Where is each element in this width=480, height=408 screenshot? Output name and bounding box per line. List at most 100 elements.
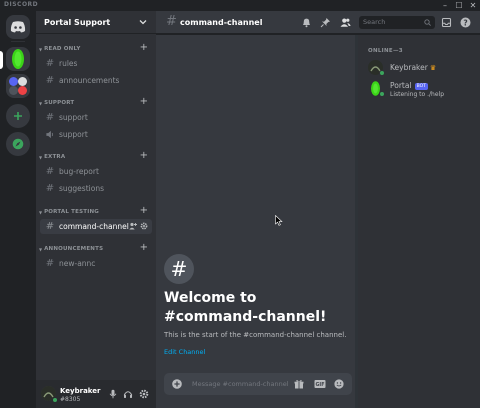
create-channel-plus-icon[interactable]: + bbox=[140, 43, 148, 53]
member-activity: Listening to ./help bbox=[390, 91, 444, 98]
bell-icon[interactable] bbox=[301, 17, 312, 28]
channel-sidebar: Portal Support ▼ READ ONLY + # rules # a… bbox=[36, 11, 156, 408]
channel-command-channel[interactable]: # command-channel bbox=[40, 219, 152, 234]
server-group-folder[interactable] bbox=[6, 74, 30, 98]
user-panel: Keybraker #8305 bbox=[36, 380, 156, 408]
message-placeholder: Message #command-channel bbox=[192, 380, 289, 388]
compass-icon bbox=[12, 138, 24, 150]
channel-title: command-channel bbox=[180, 18, 263, 27]
channel-label: bug-report bbox=[59, 167, 99, 176]
microphone-icon[interactable] bbox=[108, 389, 118, 399]
category-extra[interactable]: ▼ EXTRA + bbox=[36, 151, 156, 162]
svg-text:?: ? bbox=[463, 18, 467, 27]
edit-channel-link[interactable]: Edit Channel bbox=[164, 348, 205, 356]
server-portal-support[interactable] bbox=[6, 47, 30, 71]
create-channel-plus-icon[interactable]: + bbox=[140, 206, 148, 216]
channel-header: # command-channel Search ? bbox=[156, 11, 480, 34]
hashtag-icon: # bbox=[45, 74, 55, 86]
message-composer[interactable]: Message #command-channel GIF bbox=[164, 373, 352, 395]
category-label: PORTAL TESTING bbox=[44, 209, 99, 215]
online-status-dot bbox=[379, 91, 385, 97]
collapse-arrow-icon: ▼ bbox=[39, 100, 43, 106]
category-support[interactable]: ▼ SUPPORT + bbox=[36, 97, 156, 108]
channel-announcements[interactable]: # announcements bbox=[40, 73, 152, 88]
speaker-icon bbox=[46, 130, 54, 139]
channel-rules[interactable]: # rules bbox=[40, 56, 152, 71]
hashtag-icon: # bbox=[45, 57, 55, 69]
hashtag-icon: # bbox=[166, 14, 177, 29]
category-announcements[interactable]: ▼ ANNOUNCEMENTS + bbox=[36, 243, 156, 254]
member-name-row: Keybraker ♛ bbox=[390, 63, 436, 72]
create-channel-plus-icon[interactable]: + bbox=[140, 243, 148, 253]
inbox-icon[interactable] bbox=[441, 17, 452, 28]
channel-label: suggestions bbox=[59, 184, 104, 193]
gif-icon[interactable]: GIF bbox=[314, 379, 326, 389]
member-portal[interactable]: Portal BOT Listening to ./help bbox=[366, 78, 476, 100]
member-name: Keybraker bbox=[390, 63, 428, 72]
gift-icon[interactable] bbox=[294, 379, 304, 389]
channel-label: announcements bbox=[59, 76, 120, 85]
hashtag-icon: # bbox=[45, 182, 55, 194]
help-icon[interactable]: ? bbox=[460, 17, 471, 28]
collapse-arrow-icon: ▼ bbox=[39, 209, 43, 215]
home-button[interactable] bbox=[6, 15, 30, 39]
portal-server-icon bbox=[12, 49, 24, 69]
close-button[interactable]: ✕ bbox=[466, 0, 480, 11]
crown-icon: ♛ bbox=[429, 64, 437, 72]
gear-icon[interactable] bbox=[140, 222, 148, 230]
member-name-row: Portal BOT bbox=[390, 81, 428, 90]
user-settings-gear-icon[interactable] bbox=[139, 389, 149, 399]
minimize-button[interactable]: – bbox=[438, 0, 452, 11]
category-portal-testing[interactable]: ▼ PORTAL TESTING + bbox=[36, 206, 156, 217]
category-label: ANNOUNCEMENTS bbox=[44, 246, 104, 252]
maximize-button[interactable]: ☐ bbox=[452, 0, 466, 11]
server-folder-icon bbox=[9, 77, 27, 95]
messages-area: # Welcome to #command-channel! This is t… bbox=[156, 35, 356, 408]
add-server-button[interactable] bbox=[6, 104, 30, 128]
member-list-icon[interactable] bbox=[340, 17, 351, 28]
pin-icon[interactable] bbox=[320, 17, 331, 28]
category-read-only[interactable]: ▼ READ ONLY + bbox=[36, 43, 156, 54]
discord-logo-icon bbox=[10, 21, 26, 33]
headphones-icon[interactable] bbox=[123, 389, 133, 399]
channel-label: command-channel bbox=[59, 222, 129, 231]
channel-label: support bbox=[59, 130, 88, 139]
mouse-cursor-icon bbox=[275, 215, 283, 226]
member-name: Portal bbox=[390, 81, 412, 90]
server-header[interactable]: Portal Support bbox=[36, 11, 156, 34]
explore-servers-button[interactable] bbox=[6, 132, 30, 156]
channel-support-voice[interactable]: support bbox=[40, 127, 152, 142]
invite-member-icon[interactable] bbox=[129, 222, 137, 230]
create-channel-plus-icon[interactable]: + bbox=[140, 97, 148, 107]
gif-label: GIF bbox=[316, 382, 325, 388]
category-label: SUPPORT bbox=[44, 100, 75, 106]
hashtag-icon: # bbox=[45, 257, 55, 269]
hashtag-icon: # bbox=[164, 254, 194, 284]
hashtag-icon: # bbox=[45, 165, 55, 177]
channel-bug-report[interactable]: # bug-report bbox=[40, 164, 152, 179]
username: Keybraker bbox=[60, 387, 101, 395]
hashtag-icon: # bbox=[45, 220, 55, 232]
welcome-title: Welcome to #command-channel! bbox=[164, 290, 327, 325]
online-status-dot bbox=[52, 397, 58, 403]
channel-support-text[interactable]: # support bbox=[40, 110, 152, 125]
search-input[interactable]: Search bbox=[359, 16, 435, 29]
user-tag: #8305 bbox=[60, 396, 81, 403]
welcome-subtitle: This is the start of the #command-channe… bbox=[164, 331, 347, 339]
search-icon bbox=[424, 19, 431, 26]
collapse-arrow-icon: ▼ bbox=[39, 246, 43, 252]
member-category: ONLINE—3 bbox=[368, 48, 403, 54]
server-rail bbox=[0, 11, 36, 408]
channel-label: rules bbox=[59, 59, 78, 68]
member-list: ONLINE—3 Keybraker ♛ Portal BOT Listening … bbox=[358, 35, 480, 408]
channel-new-annc[interactable]: # new-annc bbox=[40, 256, 152, 271]
bot-badge: BOT bbox=[414, 83, 428, 90]
channel-label: support bbox=[59, 113, 88, 122]
create-channel-plus-icon[interactable]: + bbox=[140, 151, 148, 161]
add-attachment-icon[interactable] bbox=[172, 379, 182, 389]
member-keybraker[interactable]: Keybraker ♛ bbox=[366, 57, 476, 79]
channel-suggestions[interactable]: # suggestions bbox=[40, 181, 152, 196]
collapse-arrow-icon: ▼ bbox=[39, 154, 43, 160]
emoji-icon[interactable] bbox=[334, 379, 344, 389]
hashtag-icon: # bbox=[45, 111, 55, 123]
